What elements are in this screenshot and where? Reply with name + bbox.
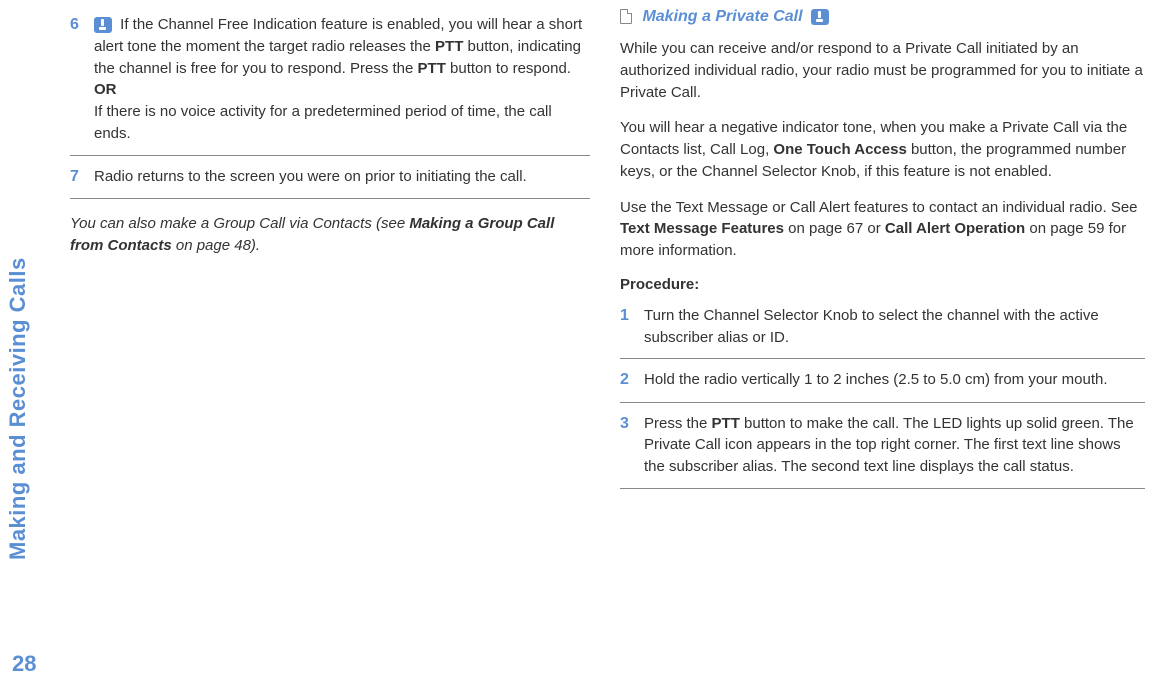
step-text: Press the [644,415,712,432]
step-body: Turn the Channel Selector Knob to select… [644,305,1145,349]
step-body: Hold the radio vertically 1 to 2 inches … [644,369,1145,391]
paragraph: While you can receive and/or respond to … [620,38,1145,103]
side-section-label: Making and Receiving Calls [5,260,31,560]
step-body: Press the PTT button to make the call. T… [644,413,1145,478]
step-number: 2 [620,369,644,391]
ptt-label: PTT [435,38,463,55]
step-7: 7 Radio returns to the screen you were o… [70,160,590,199]
step-1: 1 Turn the Channel Selector Knob to sele… [620,299,1145,360]
section-heading: Making a Private Call [620,8,1145,26]
step-3: 3 Press the PTT button to make the call.… [620,407,1145,489]
radio-icon [94,17,112,33]
document-icon [620,9,632,24]
or-label: OR [94,81,117,98]
ptt-label: PTT [712,415,740,432]
step-number: 7 [70,166,94,188]
procedure-label: Procedure: [620,276,1145,293]
feature-name: One Touch Access [773,141,906,158]
para-text: Use the Text Message or Call Alert featu… [620,199,1138,216]
paragraph: Use the Text Message or Call Alert featu… [620,197,1145,262]
section-title-text: Making a Private Call [642,8,802,25]
step-number: 6 [70,14,94,145]
step-number: 3 [620,413,644,478]
step-2: 2 Hold the radio vertically 1 to 2 inche… [620,363,1145,402]
note-paragraph: You can also make a Group Call via Conta… [70,213,590,257]
ptt-label: PTT [418,60,446,77]
step-6: 6 If the Channel Free Indication feature… [70,8,590,156]
feature-reference: Text Message Features [620,220,784,237]
paragraph: You will hear a negative indicator tone,… [620,117,1145,182]
step-text: If there is no voice activity for a pred… [94,103,552,142]
step-number: 1 [620,305,644,349]
right-column: Making a Private Call While you can rece… [620,8,1145,493]
step-body: If the Channel Free Indication feature i… [94,14,590,145]
note-text: You can also make a Group Call via Conta… [70,215,409,232]
step-text: button to respond. [446,60,571,77]
page-content: 6 If the Channel Free Indication feature… [70,0,1172,493]
left-column: 6 If the Channel Free Indication feature… [70,8,590,493]
note-text: on page 48). [172,237,260,254]
para-text: on page 67 or [784,220,885,237]
radio-icon [811,9,829,25]
step-body: Radio returns to the screen you were on … [94,166,590,188]
page-number: 28 [12,651,36,677]
feature-reference: Call Alert Operation [885,220,1025,237]
